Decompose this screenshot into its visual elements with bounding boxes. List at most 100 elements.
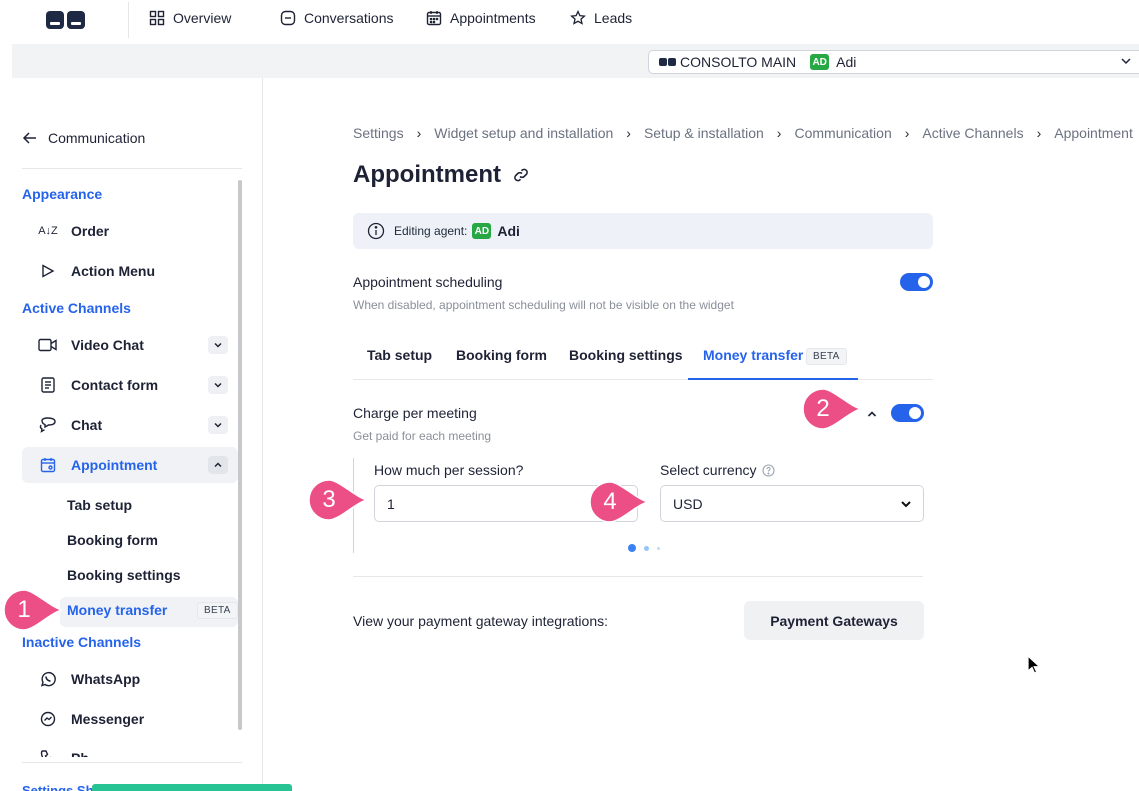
callout-marker-1: 1 xyxy=(3,589,63,631)
beta-badge: BETA xyxy=(197,602,238,619)
scheduling-toggle[interactable] xyxy=(900,273,933,291)
currency-select[interactable]: USD xyxy=(660,485,924,522)
sidebar-divider xyxy=(22,168,242,169)
mouse-cursor-icon xyxy=(1027,655,1041,674)
chevron-right-icon: › xyxy=(776,125,782,141)
callout-number: 4 xyxy=(603,488,617,515)
active-tab-underline xyxy=(688,378,858,380)
consolto-logo[interactable] xyxy=(46,11,85,29)
nav-appointments[interactable]: Appointments xyxy=(426,10,536,26)
session-amount-value: 1 xyxy=(387,495,395,512)
chevron-up-icon[interactable] xyxy=(866,408,878,420)
nav-conversations[interactable]: Conversations xyxy=(280,10,394,26)
top-navigation: Overview Conversations Appointments Lead… xyxy=(0,0,1139,42)
form-icon xyxy=(38,377,58,393)
sub-item-booking-form[interactable]: Booking form xyxy=(67,532,158,548)
editing-agent-name: Adi xyxy=(497,223,520,239)
payment-gateways-button[interactable]: Payment Gateways xyxy=(744,601,924,640)
back-to-communication[interactable]: Communication xyxy=(22,130,145,146)
sidebar-item-action-menu[interactable]: Action Menu xyxy=(22,253,238,289)
sub-item-booking-settings[interactable]: Booking settings xyxy=(67,567,181,583)
help-icon[interactable] xyxy=(762,463,776,477)
tabs-bar: Tab setup Booking form Booking settings … xyxy=(353,337,933,380)
sidebar-item-whatsapp[interactable]: WhatsApp xyxy=(22,661,238,697)
account-name: CONSOLTO MAIN xyxy=(680,54,797,70)
beta-badge: BETA xyxy=(806,348,847,365)
carousel-dot-active[interactable] xyxy=(628,544,636,552)
expand-chevron-icon[interactable] xyxy=(208,376,228,394)
sidebar-item-order[interactable]: A↓Z Order xyxy=(22,213,238,249)
expand-chevron-icon[interactable] xyxy=(208,336,228,354)
messenger-icon xyxy=(38,711,58,727)
section-divider xyxy=(353,576,923,577)
sidebar-item-messenger[interactable]: Messenger xyxy=(22,701,238,737)
breadcrumb-item[interactable]: Setup & installation xyxy=(644,125,764,141)
agent-avatar-badge: AD xyxy=(810,54,830,70)
breadcrumb-item[interactable]: Widget setup and installation xyxy=(434,125,613,141)
tab-money-transfer[interactable]: Money transfer xyxy=(703,347,803,363)
sub-item-tab-setup[interactable]: Tab setup xyxy=(67,497,132,513)
nav-leads[interactable]: Leads xyxy=(570,10,632,26)
carousel-dot[interactable] xyxy=(644,545,649,551)
editing-agent-bar: Editing agent: AD Adi xyxy=(353,213,933,249)
callout-number: 1 xyxy=(17,596,31,623)
page-title-text: Appointment xyxy=(353,161,501,188)
sidebar-item-phone[interactable]: Ph xyxy=(22,741,238,757)
agent-avatar-badge: AD xyxy=(472,223,492,239)
sidebar-item-label: Contact form xyxy=(71,377,159,393)
tab-booking-form[interactable]: Booking form xyxy=(456,347,547,363)
currency-label-row: Select currency xyxy=(660,462,776,478)
sidebar-item-contact-form[interactable]: Contact form xyxy=(22,367,238,403)
sub-item-money-transfer[interactable]: Money transfer xyxy=(67,602,167,618)
charge-description: Get paid for each meeting xyxy=(353,429,492,443)
green-toast-strip xyxy=(92,784,292,791)
link-icon[interactable] xyxy=(513,167,529,183)
nav-overview[interactable]: Overview xyxy=(149,10,231,26)
carousel-dot[interactable] xyxy=(657,546,660,550)
charge-label: Charge per meeting xyxy=(353,405,477,421)
sidebar-item-chat[interactable]: Chat xyxy=(22,407,238,443)
grid-icon xyxy=(149,10,165,26)
session-label: How much per session? xyxy=(374,462,524,478)
expand-chevron-icon[interactable] xyxy=(208,416,228,434)
section-inactive-channels: Inactive Channels xyxy=(22,634,142,650)
calendar-icon xyxy=(38,457,58,473)
section-appearance: Appearance xyxy=(22,186,103,202)
callout-marker-3: 3 xyxy=(308,479,368,521)
sidebar-item-label: WhatsApp xyxy=(71,671,141,687)
section-active-channels: Active Channels xyxy=(22,300,131,316)
agent-selector[interactable]: CONSOLTO MAIN AD Adi xyxy=(648,50,1139,74)
section-settings-cutoff[interactable]: Settings Sh xyxy=(22,783,94,791)
breadcrumb-item[interactable]: Active Channels xyxy=(922,125,1023,141)
chat-bubble-icon xyxy=(280,10,296,26)
sidebar-item-video-chat[interactable]: Video Chat xyxy=(22,327,238,363)
sort-az-icon: A↓Z xyxy=(38,225,58,237)
nav-leads-label: Leads xyxy=(594,10,633,26)
sidebar-item-label: Video Chat xyxy=(71,337,144,353)
chevron-right-icon: › xyxy=(1036,125,1042,141)
breadcrumb-item[interactable]: Communication xyxy=(794,125,891,141)
sidebar-item-label: Order xyxy=(71,223,110,239)
sidebar-scrollbar[interactable] xyxy=(238,180,242,730)
tab-booking-settings[interactable]: Booking settings xyxy=(569,347,683,363)
currency-label: Select currency xyxy=(660,462,757,478)
nav-appointments-label: Appointments xyxy=(450,10,536,26)
collapse-chevron-icon[interactable] xyxy=(208,456,228,474)
gateway-text: View your payment gateway integrations: xyxy=(353,613,608,629)
breadcrumb-item[interactable]: Settings xyxy=(353,125,404,141)
charge-toggle[interactable] xyxy=(891,404,924,422)
sidebar-item-appointment[interactable]: Appointment xyxy=(22,447,238,483)
nav-conversations-label: Conversations xyxy=(304,10,394,26)
tab-tab-setup[interactable]: Tab setup xyxy=(367,347,432,363)
calendar-icon xyxy=(426,11,442,26)
arrow-left-icon xyxy=(22,132,36,144)
back-label: Communication xyxy=(48,130,146,146)
carousel-dots xyxy=(628,544,660,552)
sidebar-item-label: Action Menu xyxy=(71,263,155,279)
agent-name: Adi xyxy=(836,54,857,70)
chevron-right-icon: › xyxy=(904,125,910,141)
chevron-down-icon xyxy=(1121,58,1131,65)
nav-overview-label: Overview xyxy=(173,10,232,26)
sidebar-divider xyxy=(22,762,242,763)
chevron-right-icon: › xyxy=(416,125,422,141)
